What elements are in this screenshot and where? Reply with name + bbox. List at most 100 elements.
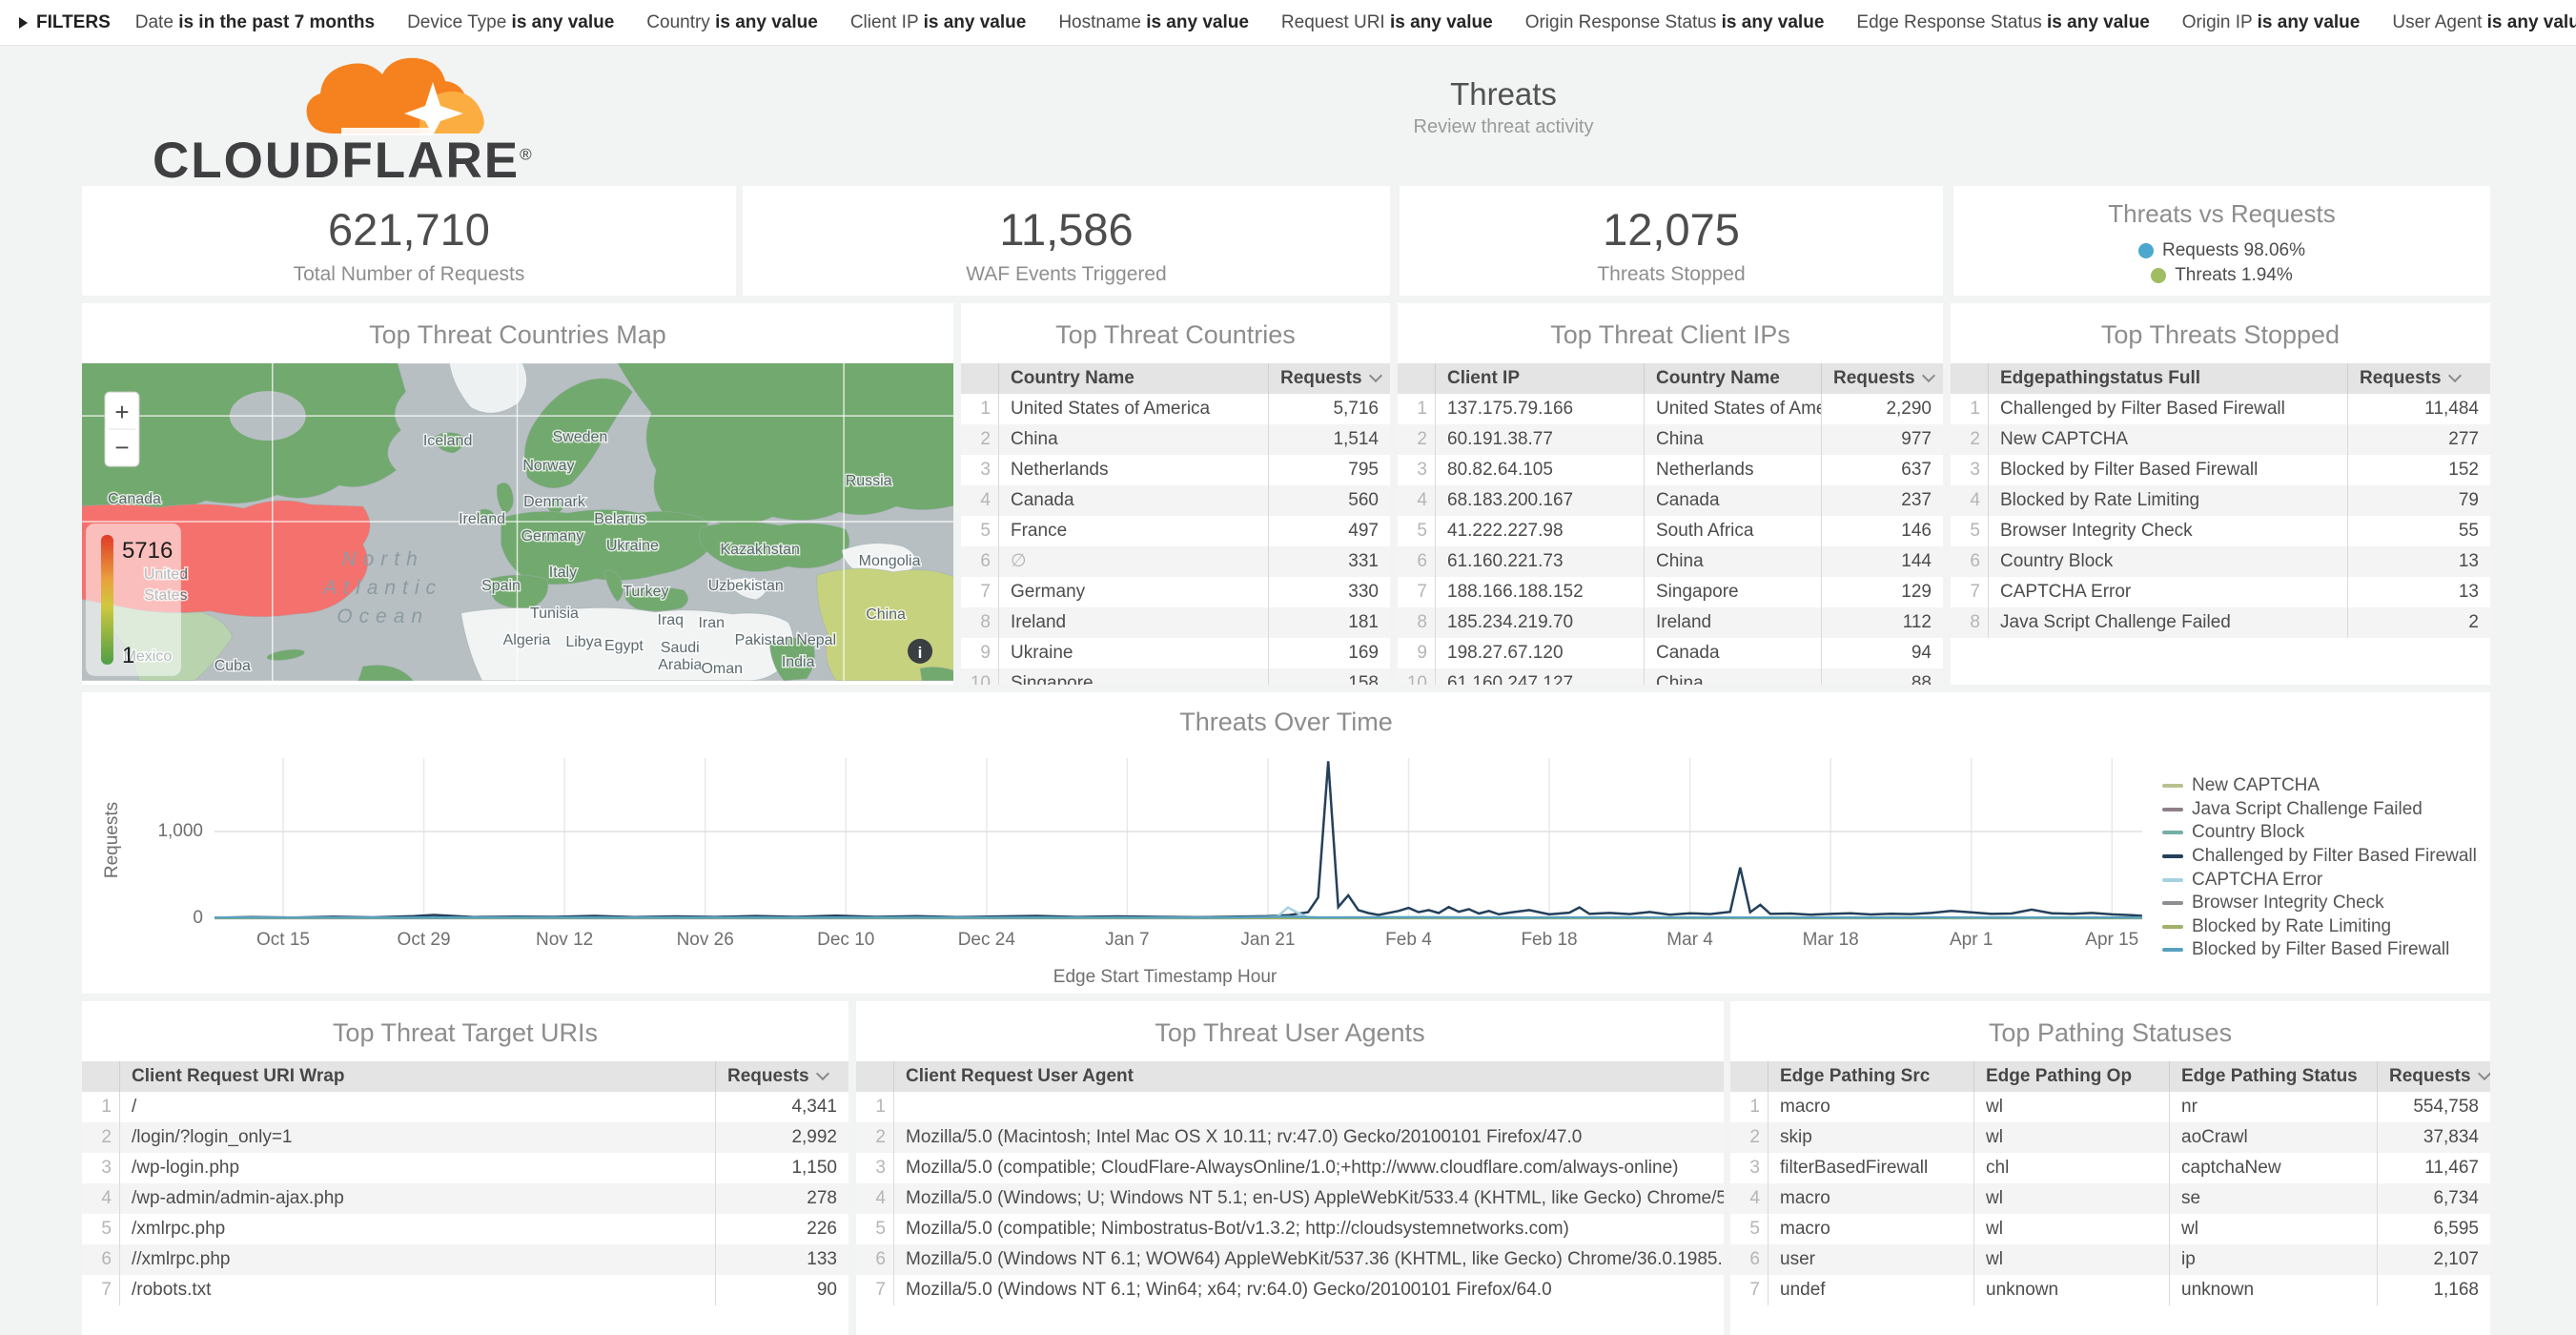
country-china[interactable] [817,568,953,681]
column-header[interactable]: Requests [2347,363,2490,394]
table-row[interactable]: 2China1,514 [961,424,1390,455]
column-header[interactable]: Edge Pathing Src [1768,1061,1973,1092]
table-row[interactable]: 3/wp-login.php1,150 [82,1153,848,1183]
stat-value: 11,586 [743,203,1390,256]
table-row[interactable]: 2/login/?login_only=12,992 [82,1122,848,1153]
table-row[interactable]: 6//xmlrpc.php133 [82,1244,848,1275]
table-row[interactable]: 3Mozilla/5.0 (compatible; CloudFlare-Alw… [856,1153,1724,1183]
country-russia[interactable] [615,363,953,525]
table-row[interactable]: 9198.27.67.120Canada94 [1398,638,1943,668]
table-row[interactable]: 1137.175.79.166United States of America2… [1398,394,1943,424]
table-row[interactable]: 2skipwlaoCrawl37,834 [1730,1122,2490,1153]
table-row[interactable]: 3Netherlands795 [961,455,1390,485]
column-header[interactable]: Client Request User Agent [894,1061,1724,1092]
chart-legend-item[interactable]: Challenged by Filter Based Firewall [2162,845,2477,869]
table-row[interactable]: 5Browser Integrity Check55 [1951,516,2490,546]
filter-item[interactable]: Hostname is any value [1058,12,1249,33]
table-row[interactable]: 5Mozilla/5.0 (compatible; Nimbostratus-B… [856,1214,1724,1244]
table-row[interactable]: 4Blocked by Rate Limiting79 [1951,485,2490,516]
x-tick-label: Jan 7 [1074,930,1179,951]
map-info-button[interactable]: i [908,639,932,664]
table-row[interactable]: 380.82.64.105Netherlands637 [1398,455,1943,485]
column-header[interactable]: Client IP [1436,363,1644,394]
row-index: 1 [82,1092,120,1122]
map-zoom-control[interactable]: + − [105,392,139,466]
filter-item[interactable]: Country is any value [646,12,818,33]
table-row[interactable]: 1 [856,1092,1724,1122]
table-row[interactable]: 5macrowlwl6,595 [1730,1214,2490,1244]
column-header[interactable]: Edgepathingstatus Full [1989,363,2347,394]
zoom-out-button[interactable]: − [114,433,129,462]
table-row[interactable]: 7188.166.188.152Singapore129 [1398,577,1943,607]
chart-legend-item[interactable]: CAPTCHA Error [2162,868,2477,892]
chart-legend-item[interactable]: Country Block [2162,821,2477,845]
table-row[interactable]: 5/xmlrpc.php226 [82,1214,848,1244]
table-row[interactable]: 6Mozilla/5.0 (Windows NT 6.1; WOW64) App… [856,1244,1724,1275]
table-row[interactable]: 1United States of America5,716 [961,394,1390,424]
column-header[interactable]: Country Name [999,363,1268,394]
table-row[interactable]: 6Country Block13 [1951,546,2490,577]
table-row[interactable]: 7undefunknownunknown1,168 [1730,1275,2490,1305]
threats-over-time-chart[interactable] [215,753,2150,920]
chart-legend-item[interactable]: Java Script Challenge Failed [2162,798,2477,822]
table-row[interactable]: 8Ireland181 [961,607,1390,638]
filter-item[interactable]: Client IP is any value [850,12,1026,33]
table-row[interactable]: 4Canada560 [961,485,1390,516]
column-header[interactable]: Requests [1268,363,1390,394]
table-row[interactable]: 1macrowlnr554,758 [1730,1092,2490,1122]
zoom-in-button[interactable]: + [114,398,129,426]
table-row[interactable]: 6userwlip2,107 [1730,1244,2490,1275]
filter-item[interactable]: Edge Response Status is any value [1856,12,2149,33]
table-row[interactable]: 4Mozilla/5.0 (Windows; U; Windows NT 5.1… [856,1183,1724,1214]
table-row[interactable]: 1Challenged by Filter Based Firewall11,4… [1951,394,2490,424]
legend-swatch-icon [2162,948,2183,952]
filter-item[interactable]: Origin IP is any value [2182,12,2361,33]
chart-legend-item[interactable]: Browser Integrity Check [2162,892,2477,915]
table-row[interactable]: 3filterBasedFirewallchlcaptchaNew11,467 [1730,1153,2490,1183]
column-header[interactable]: Edge Pathing Status [2169,1061,2377,1092]
table-row[interactable]: 4macrowlse6,734 [1730,1183,2490,1214]
table-row[interactable]: 6∅331 [961,546,1390,577]
table-row[interactable]: 1061.160.247.127China88 [1398,668,1943,685]
world-map[interactable]: NorthAtlanticOcean CanadaUnitedStatesMex… [82,363,953,681]
column-header[interactable]: Requests [715,1061,848,1092]
table-row[interactable]: 661.160.221.73China144 [1398,546,1943,577]
table-cell: 977 [1821,424,1943,455]
table-row[interactable]: 3Blocked by Filter Based Firewall152 [1951,455,2490,485]
table-row[interactable]: 7CAPTCHA Error13 [1951,577,2490,607]
column-header[interactable]: Edge Pathing Op [1973,1061,2169,1092]
table-row[interactable]: 10Singapore158 [961,668,1390,685]
table-row[interactable]: 541.222.227.98South Africa146 [1398,516,1943,546]
table-row[interactable]: 1/4,341 [82,1092,848,1122]
table-cell: 90 [715,1275,848,1305]
region-se-asia[interactable] [920,668,953,681]
table-row[interactable]: 7Mozilla/5.0 (Windows NT 6.1; Win64; x64… [856,1275,1724,1305]
table-row[interactable]: 2Mozilla/5.0 (Macintosh; Intel Mac OS X … [856,1122,1724,1153]
filter-item[interactable]: Device Type is any value [407,12,614,33]
table-row[interactable]: 9Ukraine169 [961,638,1390,668]
table-row[interactable]: 5France497 [961,516,1390,546]
table-row[interactable]: 8Java Script Challenge Failed2 [1951,607,2490,638]
chart-legend-item[interactable]: Blocked by Rate Limiting [2162,915,2477,939]
column-header[interactable]: Requests [2377,1061,2490,1092]
table-row[interactable]: 4/wp-admin/admin-ajax.php278 [82,1183,848,1214]
table-row[interactable]: 260.191.38.77China977 [1398,424,1943,455]
chart-legend-item[interactable]: New CAPTCHA [2162,774,2477,798]
table-row[interactable]: 468.183.200.167Canada237 [1398,485,1943,516]
filter-item[interactable]: User Agent is any value [2392,12,2576,33]
table-row[interactable]: 7Germany330 [961,577,1390,607]
filter-item[interactable]: Request URI is any value [1281,12,1493,33]
filter-item[interactable]: Origin Response Status is any value [1525,12,1825,33]
table-row[interactable]: 2New CAPTCHA277 [1951,424,2490,455]
column-header[interactable]: Requests [1821,363,1943,394]
table-row[interactable]: 7/robots.txt90 [82,1275,848,1305]
filters-toggle-button[interactable]: FILTERS [19,12,111,33]
column-header[interactable]: Country Name [1644,363,1821,394]
table-row[interactable]: 8185.234.219.70Ireland112 [1398,607,1943,638]
table-cell: /login/?login_only=1 [120,1122,715,1153]
legend-item: Requests 98.06% [2138,240,2305,261]
row-index: 4 [1398,485,1436,516]
filter-item[interactable]: Date is in the past 7 months [135,12,375,33]
column-header[interactable]: Client Request URI Wrap [120,1061,715,1092]
chart-legend-item[interactable]: Blocked by Filter Based Firewall [2162,938,2477,962]
